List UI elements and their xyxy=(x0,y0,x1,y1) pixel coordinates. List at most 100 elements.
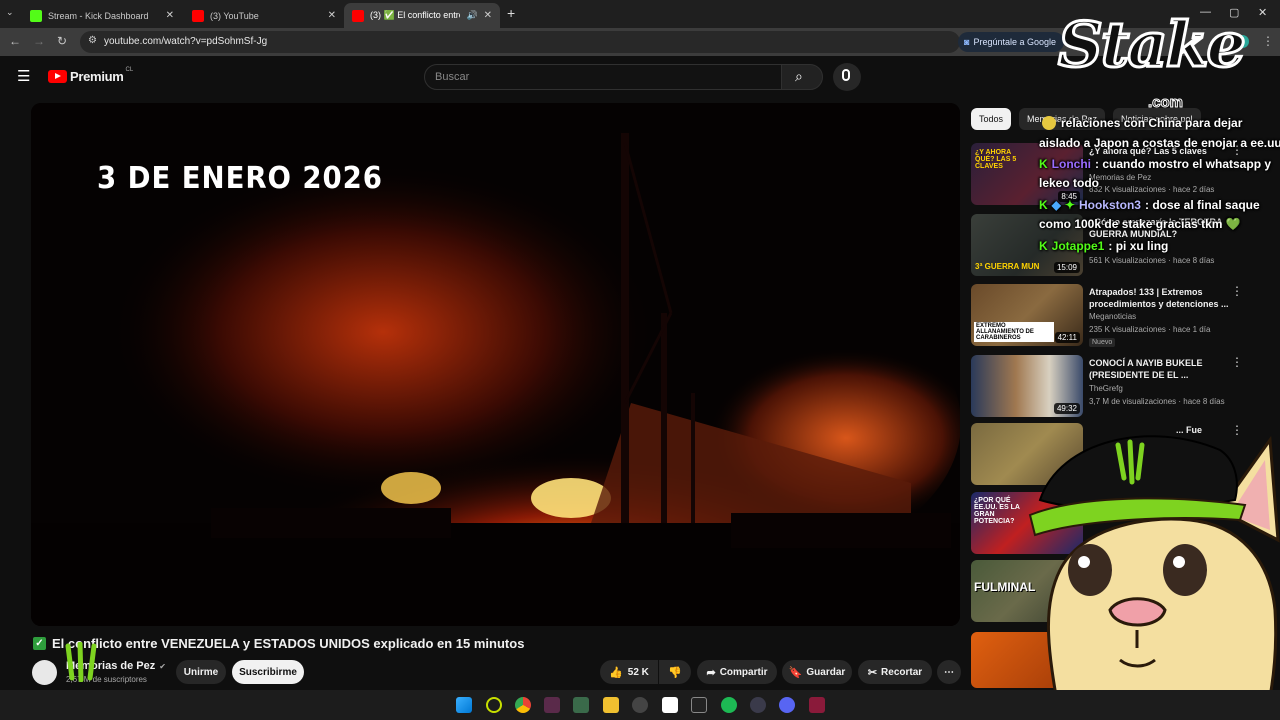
recommendation-title[interactable]: CONOCÍ A NAYIB BUKELE (PRESIDENTE DE EL … xyxy=(1089,357,1231,381)
search-button[interactable]: ⌕ xyxy=(781,64,823,90)
stake-brand: Stake xyxy=(1057,7,1248,83)
tab-youtube-home[interactable]: (3) YouTube ✕ xyxy=(184,3,344,28)
chat-message: K Lonchi : cuando mostro el whatsapp y xyxy=(1039,157,1271,171)
capcut-icon[interactable] xyxy=(662,697,678,713)
kick-badge-icon: K xyxy=(1039,157,1048,171)
video-thumbnail[interactable]: ¿Y AHORA QUÉ? LAS 5 CLAVES 8:45 xyxy=(971,143,1083,205)
video-date-overlay: 3 DE ENERO 2026 xyxy=(97,161,383,196)
browser-menu-icon[interactable]: ⋮ xyxy=(1262,34,1274,48)
site-info-icon[interactable]: ⚙ xyxy=(88,35,97,46)
new-badge: Nuevo xyxy=(1089,338,1116,347)
chat-user: Lonchi xyxy=(1051,157,1091,171)
kick-icon xyxy=(30,9,42,22)
spotify-icon[interactable] xyxy=(721,697,737,713)
gift-badge-icon: ✦ xyxy=(1064,198,1075,212)
video-player[interactable]: 3 DE ENERO 2026 xyxy=(31,103,960,626)
clip-button[interactable]: ✂ Recortar xyxy=(858,660,932,684)
search-placeholder: Buscar xyxy=(435,71,470,83)
audio-icon[interactable]: 🔊 xyxy=(467,10,478,21)
address-bar[interactable]: ⚙ youtube.com/watch?v=pdSohmSf-Jg xyxy=(80,31,960,53)
app-icon[interactable] xyxy=(544,697,560,713)
close-icon[interactable]: ✕ xyxy=(484,10,492,21)
chat-message: como 100k de stake gracias tkm 💚 xyxy=(1039,217,1241,231)
thumbs-down-icon: 👎 xyxy=(668,666,682,679)
app-icon[interactable] xyxy=(809,697,825,713)
video-thumbnail[interactable]: 49:32 xyxy=(971,355,1083,417)
clip-label: Recortar xyxy=(881,666,923,678)
app-icon[interactable] xyxy=(573,697,589,713)
more-options-icon[interactable]: ⋮ xyxy=(1231,284,1243,298)
file-explorer-icon[interactable] xyxy=(603,697,619,713)
recommendation-meta: 3,7 M de visualizaciones · hace 8 días xyxy=(1089,397,1225,406)
ask-google-label: Pregúntale a Google xyxy=(973,37,1056,47)
search-input[interactable]: Buscar xyxy=(424,64,782,90)
duration-badge: 15:09 xyxy=(1053,262,1080,273)
app-icon[interactable] xyxy=(691,697,707,713)
youtube-logo[interactable]: Premium CL xyxy=(48,67,133,84)
chat-text: aislado a Japon a costas de enojar a ee.… xyxy=(1039,136,1280,150)
video-title-row: ✓ El conflicto entre VENEZUELA y ESTADOS… xyxy=(33,636,524,651)
join-button[interactable]: Unirme xyxy=(176,660,226,684)
close-icon[interactable]: ✕ xyxy=(328,10,336,21)
forward-icon[interactable]: → xyxy=(33,34,45,48)
back-icon[interactable]: ← xyxy=(9,34,21,48)
chat-text: lekeo todo xyxy=(1039,176,1100,190)
thumbnail-text: EXTREMO ALLANAMIENTO DE CARABINEROS xyxy=(974,322,1054,342)
recommendation-channel[interactable]: TheGrefg xyxy=(1089,384,1123,393)
recommendation-item[interactable]: EXTREMO ALLANAMIENTO DE CARABINEROS 42:1… xyxy=(971,284,1261,348)
save-button[interactable]: 🔖 Guardar xyxy=(782,660,852,684)
youtube-play-icon xyxy=(48,70,67,83)
reload-icon[interactable]: ↻ xyxy=(57,34,67,48)
discord-icon[interactable] xyxy=(779,697,795,713)
tab-youtube-video[interactable]: (3) ✅ El conflicto entre VE 🔊 ✕ xyxy=(344,3,500,28)
like-count: 52 K xyxy=(627,666,649,678)
thumbnail-text: 3ª GUERRA MUN xyxy=(975,262,1040,271)
tab-title: (3) YouTube xyxy=(210,10,259,21)
recommendation-channel[interactable]: Meganoticias xyxy=(1089,312,1136,321)
recommendation-title[interactable]: Atrapados! 133 | Extremos procedimientos… xyxy=(1089,286,1231,310)
chat-user: Jotappe1 xyxy=(1051,239,1105,253)
chat-user: Hookston3 xyxy=(1078,198,1141,212)
opera-icon[interactable] xyxy=(486,697,502,713)
hamburger-menu-icon[interactable]: ☰ xyxy=(17,67,30,85)
subscribe-button[interactable]: Suscribirme xyxy=(232,660,304,684)
emoji-icon xyxy=(1042,116,1056,130)
stake-sub: .com xyxy=(1147,94,1184,112)
more-options-icon[interactable]: ⋮ xyxy=(1231,355,1243,369)
tab-title: Stream - Kick Dashboard xyxy=(48,10,149,21)
like-button[interactable]: 👍 52 K xyxy=(600,660,658,684)
duration-badge: 49:32 xyxy=(1053,403,1080,414)
chat-message: aislado a Japon a costas de enojar a ee.… xyxy=(1039,136,1280,150)
new-tab-button[interactable]: + xyxy=(507,5,515,21)
chat-message: K ◆ ✦ Hookston3 : dose al final saque xyxy=(1039,198,1260,212)
recommendation-item[interactable]: 49:32 CONOCÍ A NAYIB BUKELE (PRESIDENTE … xyxy=(971,355,1261,419)
dislike-button[interactable]: 👎 xyxy=(659,660,691,684)
share-button[interactable]: ➦ Compartir xyxy=(697,660,777,684)
more-actions-button[interactable]: ⋯ xyxy=(937,660,961,684)
close-icon[interactable]: ✕ xyxy=(166,10,174,21)
url-text[interactable]: youtube.com/watch?v=pdSohmSf-Jg xyxy=(104,36,267,47)
chat-message: relaciones con China para dejar xyxy=(1042,116,1242,130)
obs-icon[interactable] xyxy=(632,697,648,713)
chrome-icon[interactable] xyxy=(515,697,531,713)
tab-kick-dashboard[interactable]: Stream - Kick Dashboard ✕ xyxy=(22,3,182,28)
video-thumbnail[interactable]: EXTREMO ALLANAMIENTO DE CARABINEROS 42:1… xyxy=(971,284,1083,346)
microphone-icon xyxy=(842,69,850,81)
chat-text: como 100k de stake gracias tkm 💚 xyxy=(1039,217,1241,231)
channel-avatar[interactable] xyxy=(32,660,57,685)
duration-badge: 42:11 xyxy=(1054,332,1080,343)
close-window-button[interactable]: ✕ xyxy=(1258,6,1267,19)
chip-all[interactable]: Todos xyxy=(971,108,1012,130)
monster-logo-overlay xyxy=(65,642,97,682)
chat-message: lekeo todo xyxy=(1039,176,1099,190)
steam-icon[interactable] xyxy=(750,697,766,713)
windows-start-icon[interactable] xyxy=(456,697,472,713)
tab-title: (3) ✅ El conflicto entre VE xyxy=(370,10,460,20)
subscriber-badge-icon: ◆ xyxy=(1051,198,1061,212)
voice-search-button[interactable] xyxy=(833,63,861,91)
cat-mascot-overlay xyxy=(1028,435,1280,720)
kick-badge-icon: K xyxy=(1039,239,1048,253)
share-label: Compartir xyxy=(719,666,768,678)
tab-search-icon[interactable]: ⌄ xyxy=(6,7,14,18)
ask-google-button[interactable]: ◙ Pregúntale a Google xyxy=(958,32,1064,52)
